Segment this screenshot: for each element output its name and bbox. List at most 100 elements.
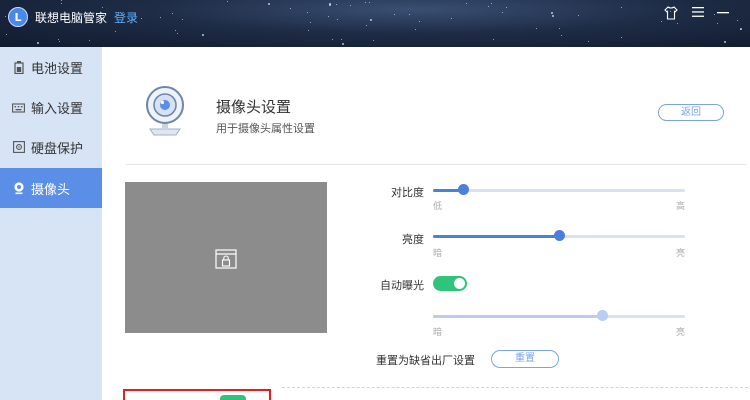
hamburger-icon bbox=[692, 7, 704, 17]
sidebar-item-label: 电池设置 bbox=[31, 61, 84, 77]
star bbox=[369, 2, 370, 3]
star bbox=[308, 30, 309, 31]
star bbox=[724, 41, 726, 43]
auto-exposure-label: 自动曝光 bbox=[380, 279, 424, 292]
sidebar-item-disk-protect[interactable]: 硬盘保护 bbox=[0, 127, 102, 167]
contrast-label: 对比度 bbox=[391, 186, 424, 199]
reset-button[interactable]: 重置 bbox=[491, 350, 559, 368]
star bbox=[268, 3, 270, 5]
star bbox=[89, 40, 90, 41]
star bbox=[466, 3, 467, 4]
login-link[interactable]: 登录 bbox=[114, 9, 138, 26]
minimize-button[interactable] bbox=[713, 6, 733, 24]
highlight-box bbox=[123, 389, 271, 400]
star bbox=[341, 39, 342, 40]
star bbox=[329, 3, 331, 5]
star bbox=[621, 37, 622, 38]
battery-icon bbox=[12, 60, 25, 74]
star bbox=[493, 39, 494, 40]
star bbox=[141, 18, 142, 19]
star bbox=[6, 34, 7, 35]
star bbox=[415, 29, 416, 30]
star bbox=[160, 17, 161, 18]
camera-preview bbox=[125, 182, 327, 333]
star bbox=[737, 20, 738, 21]
camera-locked-icon bbox=[215, 249, 237, 269]
brightness-label: 亮度 bbox=[402, 233, 424, 246]
star bbox=[502, 12, 503, 13]
star bbox=[172, 13, 173, 14]
app-title: 联想电脑管家 bbox=[35, 11, 108, 25]
shirt-icon bbox=[664, 6, 678, 20]
sidebar-item-label: 硬盘保护 bbox=[31, 141, 84, 157]
sidebar-item-label: 输入设置 bbox=[31, 101, 84, 117]
slider-knob[interactable] bbox=[458, 184, 470, 195]
webcam-illustration-icon bbox=[146, 86, 184, 136]
star bbox=[409, 14, 410, 15]
title-bar: L 联想电脑管家 登录 bbox=[0, 0, 750, 47]
star bbox=[307, 12, 308, 13]
star bbox=[561, 35, 562, 36]
star bbox=[177, 33, 178, 34]
star bbox=[559, 28, 560, 29]
toggle-knob bbox=[454, 278, 465, 289]
skin-shirt-icon[interactable] bbox=[661, 6, 681, 24]
back-button[interactable]: 返回 bbox=[658, 104, 724, 121]
sidebar-item-input[interactable]: 输入设置 bbox=[0, 87, 102, 127]
keyboard-icon bbox=[12, 101, 25, 114]
contrast-slider[interactable] bbox=[433, 184, 685, 196]
star bbox=[337, 19, 338, 20]
sidebar-item-camera[interactable]: 摄像头 bbox=[0, 168, 102, 208]
star bbox=[491, 3, 492, 4]
star bbox=[552, 15, 554, 17]
exposure-max-label: 亮 bbox=[676, 328, 686, 338]
star bbox=[370, 19, 372, 21]
star bbox=[227, 1, 228, 2]
exposure-slider[interactable] bbox=[433, 310, 685, 322]
disk-icon bbox=[12, 141, 25, 154]
minimize-icon bbox=[717, 12, 729, 14]
slider-knob[interactable] bbox=[554, 230, 565, 241]
exposure-min-label: 暗 bbox=[433, 328, 443, 338]
header-divider bbox=[126, 164, 746, 165]
slider-track bbox=[433, 189, 685, 192]
star bbox=[451, 18, 452, 19]
slider-fill bbox=[433, 235, 559, 238]
star bbox=[202, 34, 204, 36]
star bbox=[175, 30, 176, 31]
star bbox=[342, 43, 344, 45]
star bbox=[58, 39, 59, 40]
contrast-max-label: 高 bbox=[676, 202, 686, 212]
star bbox=[740, 29, 741, 30]
star bbox=[419, 21, 420, 22]
star bbox=[373, 40, 374, 41]
app-logo-icon: L bbox=[8, 7, 28, 27]
sidebar-item-label: 摄像头 bbox=[31, 182, 71, 198]
slider-knob[interactable] bbox=[596, 310, 608, 321]
slider-fill bbox=[433, 315, 602, 318]
star bbox=[621, 7, 622, 8]
star bbox=[290, 8, 291, 9]
star bbox=[61, 3, 62, 4]
brightness-slider[interactable] bbox=[433, 230, 685, 242]
star bbox=[366, 25, 367, 26]
main-panel: 摄像头设置 用于摄像头属性设置 返回 对比度 低 高 亮度 暗 亮 自动曝光 暗 bbox=[102, 47, 750, 400]
star bbox=[332, 39, 333, 40]
star bbox=[551, 12, 553, 14]
reset-defaults-label: 重置为缺省出厂设置 bbox=[376, 354, 475, 367]
star bbox=[536, 28, 537, 29]
star bbox=[115, 31, 116, 32]
page-title: 摄像头设置 bbox=[216, 98, 292, 116]
star bbox=[394, 14, 395, 15]
auto-exposure-toggle[interactable] bbox=[433, 276, 467, 291]
star bbox=[102, 7, 103, 8]
star bbox=[182, 19, 183, 20]
sidebar-item-battery[interactable]: 电池设置 bbox=[0, 47, 102, 87]
star bbox=[37, 42, 39, 44]
section-divider bbox=[282, 387, 748, 388]
star bbox=[328, 16, 329, 17]
menu-icon[interactable] bbox=[688, 6, 708, 24]
star bbox=[588, 41, 589, 42]
partial-toggle[interactable] bbox=[220, 395, 246, 400]
star bbox=[310, 22, 311, 23]
